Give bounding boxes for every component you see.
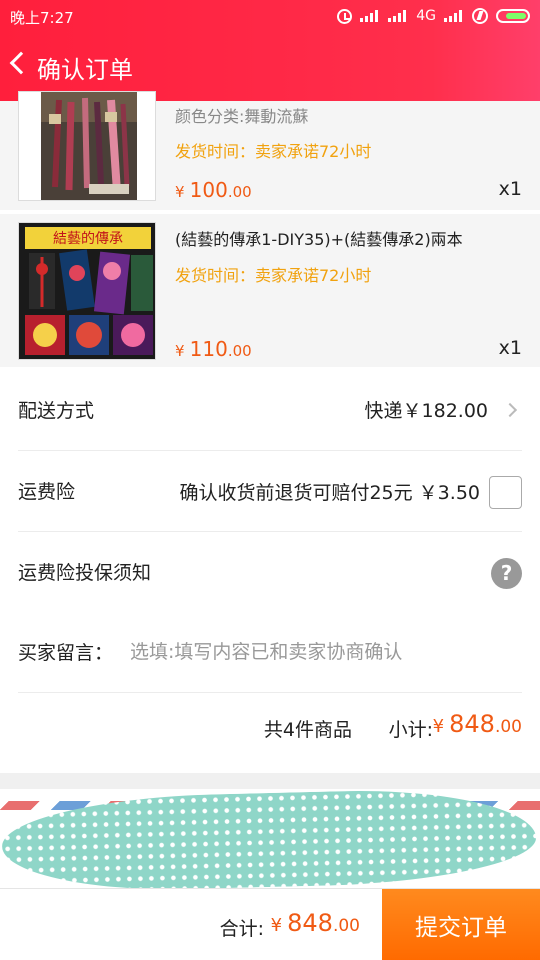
help-icon[interactable]: ?: [491, 558, 522, 589]
thumb-title: 結藝的傳承: [53, 231, 123, 247]
total-label: 合计:: [219, 918, 264, 940]
total-price: ¥ 848.00: [271, 909, 360, 937]
buyer-message-label: 买家留言：: [18, 642, 114, 664]
network-label: 4G: [416, 8, 436, 24]
page-title: 确认订单: [37, 56, 133, 84]
header: 晚上7:27 4G 确认订单: [0, 0, 540, 101]
product-price: ¥ 100.00: [175, 178, 252, 202]
insurance-description: 确认收货前退货可赔付25元 ￥3.50: [179, 482, 480, 504]
book-cover-image-icon: 結藝的傳承: [19, 223, 155, 359]
buyer-message-input[interactable]: [130, 636, 522, 668]
delivery-method-row[interactable]: 配送方式 快递￥182.00: [0, 370, 540, 450]
signal-icon-3: [444, 10, 464, 22]
price-decimal: .00: [227, 183, 252, 201]
buyer-message-row: 买家留言：: [0, 612, 540, 692]
price-decimal: .00: [494, 717, 522, 737]
section-gap: [0, 773, 540, 789]
signal-icon-2: [388, 10, 408, 22]
insurance-checkbox[interactable]: [489, 476, 522, 509]
currency-symbol: ¥: [270, 915, 283, 936]
insurance-label: 运费险: [18, 481, 76, 503]
checkout-bar: 合计: ¥ 848.00 提交订单: [0, 888, 540, 960]
subtotal-price: ¥ 848.00: [433, 710, 522, 738]
product-thumbnail[interactable]: 結藝的傳承: [18, 222, 156, 360]
delivery-label: 配送方式: [18, 400, 95, 422]
price-decimal: .00: [332, 916, 360, 936]
product-price: ¥ 110.00: [175, 337, 252, 361]
insurance-notice-label: 运费险投保须知: [18, 562, 152, 584]
price-integer: 848: [449, 710, 495, 738]
product-thumbnail[interactable]: [18, 91, 156, 201]
currency-symbol: ¥: [432, 716, 445, 737]
price-integer: 100: [189, 178, 228, 202]
battery-icon: [496, 9, 530, 23]
currency-symbol: ¥: [175, 342, 185, 360]
order-item[interactable]: 結藝的傳承 (結藝的傳承1-DIY35)+(結藝傳承2)兩本 发货时间：卖家承诺…: [0, 214, 540, 367]
order-summary-row: 共4件商品 小计: ¥ 848.00: [0, 693, 540, 773]
product-quantity: x1: [498, 337, 522, 359]
shipping-promise: 发货时间：卖家承诺72小时: [175, 266, 372, 285]
signal-icon: [360, 10, 380, 22]
insurance-notice-row[interactable]: 运费险投保须知 ?: [0, 532, 540, 612]
status-time: 晚上7:27: [10, 9, 74, 27]
delivery-value: 快递￥182.00: [364, 400, 488, 422]
submit-order-button[interactable]: 提交订单: [382, 889, 540, 960]
currency-symbol: ¥: [175, 183, 185, 201]
product-quantity: x1: [498, 178, 522, 200]
chevron-right-icon: [502, 402, 518, 418]
status-icons: 4G: [337, 5, 530, 27]
product-title: (結藝的傳承1-DIY35)+(結藝傳承2)兩本: [175, 230, 463, 249]
tassel-image-icon: [19, 92, 155, 200]
price-decimal: .00: [227, 342, 252, 360]
item-count: 共4件商品: [263, 719, 352, 741]
alarm-icon: [337, 8, 353, 24]
status-bar: 晚上7:27 4G: [0, 0, 540, 32]
shipping-promise: 发货时间：卖家承诺72小时: [175, 142, 372, 161]
chevron-left-icon[interactable]: [9, 51, 33, 75]
price-integer: 848: [287, 909, 333, 937]
product-sku: 颜色分类:舞動流蘇: [175, 107, 309, 126]
price-integer: 110: [189, 337, 228, 361]
shipping-insurance-row: 运费险 确认收货前退货可赔付25元 ￥3.50: [0, 451, 540, 531]
charging-icon: [472, 8, 488, 24]
order-item[interactable]: 颜色分类:舞動流蘇 发货时间：卖家承诺72小时 ¥ 100.00 x1: [0, 91, 540, 210]
subtotal-label: 小计:: [388, 719, 433, 741]
